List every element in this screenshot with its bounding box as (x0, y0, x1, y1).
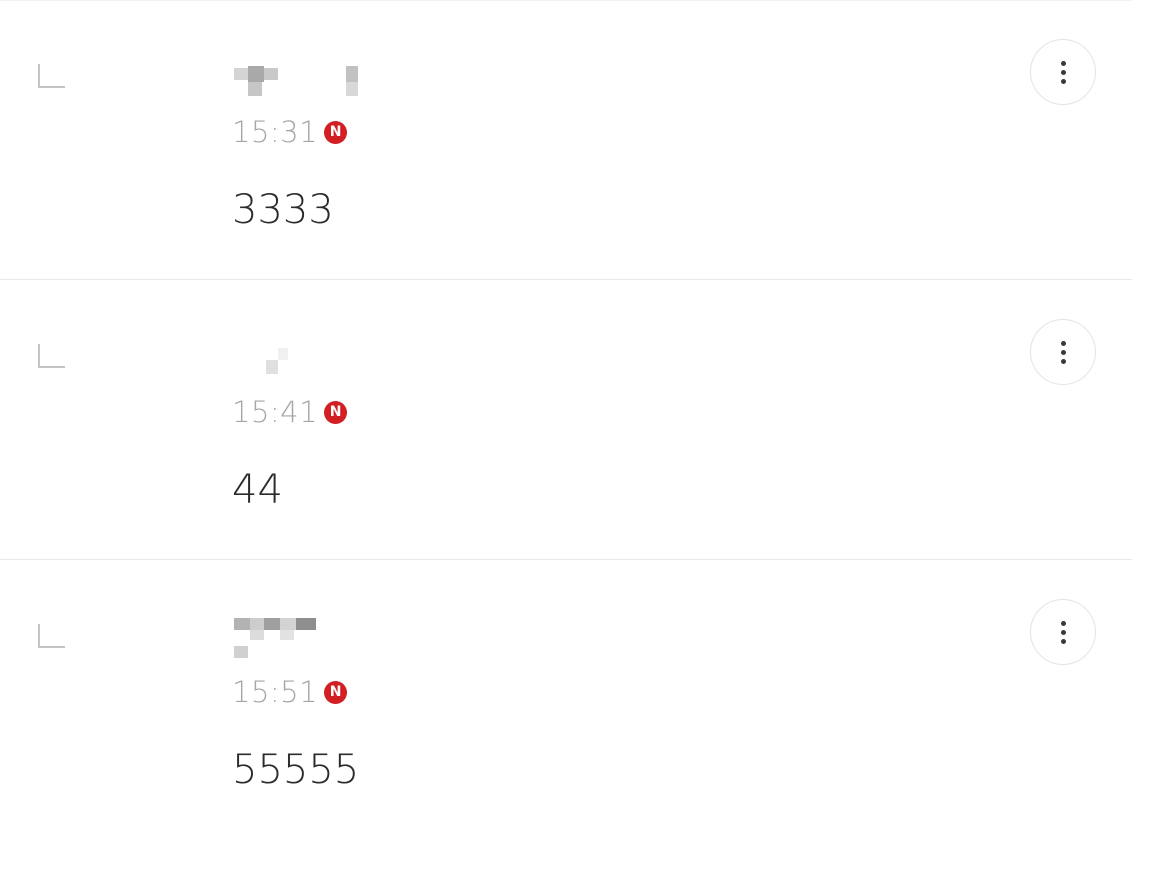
blurred-nickname (232, 342, 372, 382)
comment-meta: 15:51 N (232, 674, 348, 710)
more-vertical-icon (1060, 340, 1066, 346)
comment-text: 3333 (232, 187, 334, 233)
top-divider (0, 0, 1132, 1)
blurred-nickname (232, 618, 372, 662)
reply-comment: 15:31 N 3333 (0, 0, 1132, 280)
comment-text: 55555 (232, 747, 360, 793)
blurred-nickname (232, 62, 372, 102)
comment-time: 15:31 (232, 115, 319, 149)
comment-meta: 15:41 N (232, 394, 348, 430)
reply-comment: 15:51 N 55555 (0, 560, 1132, 840)
comment-time: 15:51 (232, 675, 319, 709)
reply-corner-icon (38, 344, 65, 368)
more-options-button[interactable] (1030, 39, 1096, 105)
n-badge-icon: N (324, 121, 348, 144)
reply-corner-icon (38, 624, 65, 648)
reply-corner-icon (38, 64, 65, 88)
comment-time: 15:41 (232, 395, 319, 429)
comment-meta: 15:31 N (232, 114, 348, 150)
more-vertical-icon (1060, 60, 1066, 66)
more-vertical-icon (1060, 620, 1066, 626)
n-badge-icon: N (324, 401, 348, 424)
reply-comment: 15:41 N 44 (0, 280, 1132, 560)
more-options-button[interactable] (1030, 599, 1096, 665)
more-options-button[interactable] (1030, 319, 1096, 385)
comment-text: 44 (232, 467, 283, 513)
n-badge-icon: N (324, 681, 348, 704)
